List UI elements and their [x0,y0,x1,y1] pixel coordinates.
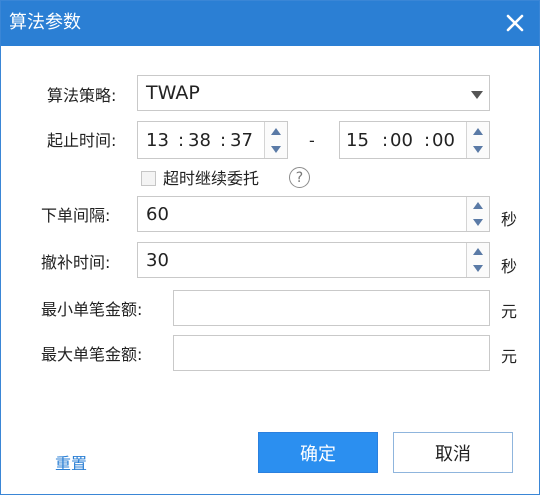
cancel-time-spinner [466,243,489,277]
cancel-time-unit: 秒 [501,257,518,276]
end-second[interactable]: 00 [432,122,455,158]
spin-up-icon[interactable] [467,122,489,140]
algorithm-value: TWAP [146,82,200,104]
overtime-label: 超时继续委托 [163,169,260,188]
order-interval-spinner [466,197,489,231]
time-colon: : [178,129,185,151]
cancel-time-label: 撤补时间: [41,253,111,272]
spin-down-icon[interactable] [467,140,489,158]
algorithm-label: 算法策略: [47,86,117,105]
chevron-down-icon[interactable] [471,91,483,99]
min-amount-label: 最小单笔金额: [41,300,143,319]
order-interval-unit: 秒 [501,210,518,229]
time-colon: : [382,129,389,151]
spin-down-icon[interactable] [265,140,287,158]
cancel-time-input[interactable]: 30 [137,242,490,278]
start-time-input[interactable]: 13 : 38 : 37 [137,121,288,159]
spin-up-icon[interactable] [467,243,489,260]
spin-down-icon[interactable] [467,214,489,231]
time-colon: : [424,129,431,151]
time-range-label: 起止时间: [47,131,117,150]
start-time-spinner [264,122,287,158]
order-interval-label: 下单间隔: [41,206,111,225]
dialog-title: 算法参数 [9,12,81,33]
order-interval-value: 60 [146,203,169,225]
end-time-spinner [466,122,489,158]
overtime-checkbox[interactable] [141,171,156,186]
max-amount-label: 最大单笔金额: [41,345,143,364]
reset-link[interactable]: 重置 [55,450,87,474]
ok-button[interactable]: 确定 [258,432,378,473]
time-separator: - [309,131,315,150]
spin-down-icon[interactable] [467,260,489,277]
cancel-time-value: 30 [146,249,169,271]
algorithm-params-dialog: 算法参数 算法策略: TWAP 起止时间: 13 : 38 : 37 - 15 … [0,0,540,495]
end-time-input[interactable]: 15 : 00 : 00 [339,121,490,159]
cancel-button[interactable]: 取消 [393,432,513,473]
close-icon[interactable] [501,9,529,37]
start-second[interactable]: 37 [230,122,253,158]
spin-up-icon[interactable] [265,122,287,140]
title-bar: 算法参数 [1,1,539,46]
time-colon: : [220,129,227,151]
max-amount-unit: 元 [501,347,518,366]
spin-up-icon[interactable] [467,197,489,214]
start-hour[interactable]: 13 [146,122,169,158]
max-amount-input[interactable] [173,335,490,371]
algorithm-select[interactable]: TWAP [137,75,490,111]
help-icon[interactable]: ? [289,167,310,188]
order-interval-input[interactable]: 60 [137,196,490,232]
end-minute[interactable]: 00 [390,122,413,158]
end-hour[interactable]: 15 [346,122,369,158]
min-amount-input[interactable] [173,290,490,326]
min-amount-unit: 元 [501,302,518,321]
start-minute[interactable]: 38 [188,122,211,158]
